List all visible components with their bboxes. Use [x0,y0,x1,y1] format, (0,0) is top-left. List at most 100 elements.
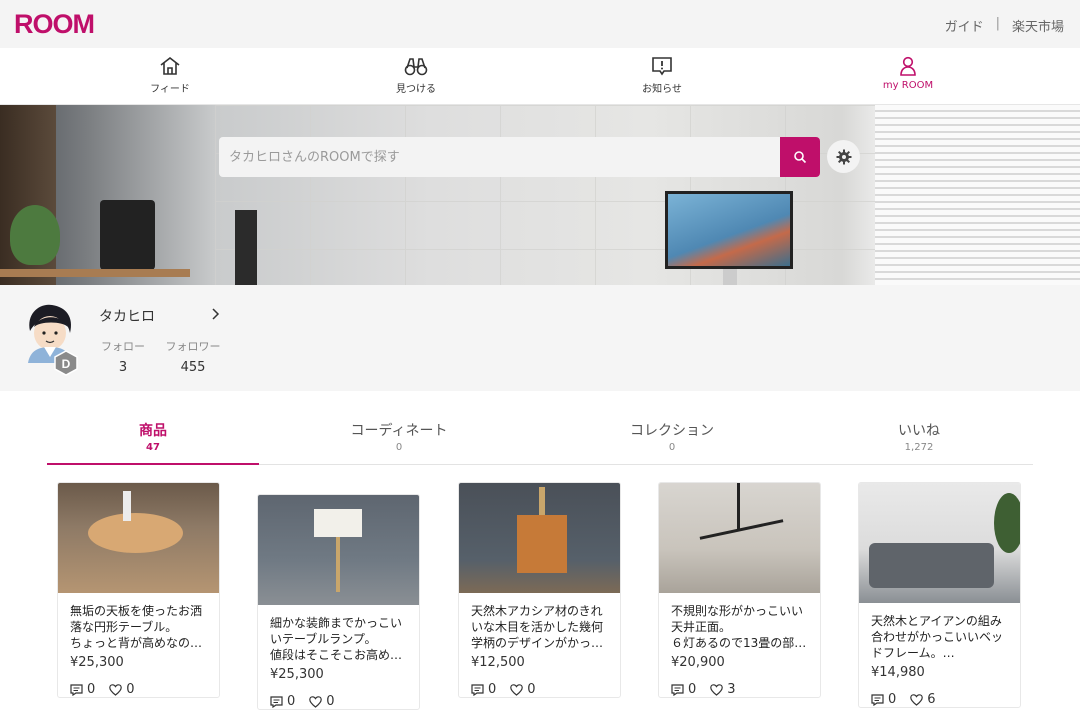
follow-stat[interactable]: フォロー 3 [99,338,147,375]
item-meta: 0 0 [258,682,419,709]
item-image[interactable] [859,483,1020,603]
search-icon [794,151,807,164]
follower-stat[interactable]: フォロワー 455 [163,338,223,375]
comment-count: 0 [888,692,897,707]
item-description-line: 天然木アカシア材のきれ [471,604,603,618]
search-button[interactable] [780,137,820,177]
like-count: 0 [326,694,335,709]
cover-image [0,105,1080,285]
tab-coordinate-count: 0 [395,442,403,453]
active-tab-indicator [47,463,259,465]
header-separator: | [995,16,1000,31]
item-price: ¥25,300 [70,655,124,670]
item-meta: 0 0 [58,670,219,697]
heart-icon[interactable] [910,693,924,706]
item-description[interactable]: 天然木とアイアンの組み 合わせがかっこいいベッ ドフレーム。… [859,603,1020,661]
tab-coordinate[interactable]: コーディネート 0 [319,420,479,453]
tab-likes-label: いいね [898,423,940,439]
tab-coordinate-label: コーディネート [350,423,448,439]
settings-button[interactable] [827,140,860,173]
item-image[interactable] [459,483,620,593]
cover-speaker [235,210,257,285]
comment-count: 0 [87,682,96,697]
gear-icon [836,149,851,164]
item-image[interactable] [58,483,219,593]
home-icon [160,56,180,75]
item-price: ¥12,500 [471,655,525,670]
top-bar: ROOM ガイド | 楽天市場 [0,0,1080,48]
guide-link[interactable]: ガイド [945,16,984,35]
header-links: ガイド | 楽天市場 [945,16,1064,35]
item-description[interactable]: 細かな装飾までかっこい いテーブルランプ。 値段はそこそこお高め… [258,605,419,663]
comment-icon[interactable] [671,683,684,696]
item-price: ¥14,980 [871,665,925,680]
badge-letter: D [62,357,71,371]
item-price: ¥25,300 [270,667,324,682]
item-card[interactable]: 細かな装飾までかっこい いテーブルランプ。 値段はそこそこお高め… ¥25,30… [257,494,420,710]
heart-icon[interactable] [309,695,323,708]
cover-blinds [875,105,1080,285]
follower-label: フォロワー [165,340,221,353]
comment-icon[interactable] [471,683,484,696]
tab-collection-count: 0 [668,442,676,453]
item-description[interactable]: 天然木アカシア材のきれ いな木目を活かした幾何 学柄のデザインがかっ… [459,593,620,651]
nav-feed[interactable]: フィード [120,56,220,95]
comment-count: 0 [488,682,497,697]
heart-icon[interactable] [710,683,724,696]
item-description[interactable]: 不規則な形がかっこいい 天井正面。 ６灯あるので13畳の部… [659,593,820,651]
room-search [219,137,820,177]
item-card[interactable]: 天然木とアイアンの組み 合わせがかっこいいベッ ドフレーム。… ¥14,980 … [858,482,1021,708]
cover-monitor [665,191,793,269]
tab-likes[interactable]: いいね 1,272 [839,420,999,453]
item-description-line: いテーブルランプ。 [270,632,377,646]
item-description-line: 落な円形テーブル。 [70,620,178,634]
user-icon [900,56,916,76]
follow-count: 3 [118,360,128,375]
comment-count: 0 [688,682,697,697]
like-count: 0 [527,682,536,697]
tab-items[interactable]: 商品 47 [73,420,233,453]
item-description-line: ６灯あるので13畳の部… [671,636,807,650]
notification-icon [652,57,672,76]
item-meta: 0 6 [859,680,1020,707]
comment-icon[interactable] [70,683,83,696]
profile-tabs: 商品 47 コーディネート 0 コレクション 0 いいね 1,272 [47,391,1033,465]
item-card[interactable]: 無垢の天板を使ったお洒 落な円形テーブル。 ちょっと背が高めなの… ¥25,30… [57,482,220,698]
item-description-line: いな木目を活かした幾何 [471,620,604,634]
chevron-right-icon[interactable] [210,306,222,322]
item-description[interactable]: 無垢の天板を使ったお洒 落な円形テーブル。 ちょっと背が高めなの… [58,593,219,651]
nav-my-room-label: my ROOM [882,80,934,91]
item-price: ¥20,900 [671,655,725,670]
item-description-line: 学柄のデザインがかっ… [471,636,604,650]
item-card[interactable]: 不規則な形がかっこいい 天井正面。 ６灯あるので13畳の部… ¥20,900 0… [658,482,821,698]
item-description-line: 細かな装飾までかっこい [270,616,403,630]
item-meta: 0 0 [459,670,620,697]
heart-icon[interactable] [109,683,123,696]
nav-discover[interactable]: 見つける [366,56,466,95]
tab-collection[interactable]: コレクション 0 [592,420,752,453]
item-description-line: 不規則な形がかっこいい [671,604,804,618]
item-description-line: 天井正面。 [671,620,732,634]
nav-notifications-label: お知らせ [642,84,682,95]
tab-collection-label: コレクション [630,423,714,439]
heart-icon[interactable] [510,683,524,696]
comment-count: 0 [287,694,296,709]
search-input[interactable] [219,137,780,177]
dealer-badge-icon: D [54,350,78,376]
nav-my-room[interactable]: my ROOM [858,56,958,91]
item-meta: 0 3 [659,670,820,697]
profile-name[interactable]: タカヒロ [99,306,155,326]
item-image[interactable] [659,483,820,593]
content-area: 商品 47 コーディネート 0 コレクション 0 いいね 1,272 無垢の天板… [0,391,1080,720]
follow-label: フォロー [101,340,145,353]
nav-notifications[interactable]: お知らせ [612,56,712,95]
comment-icon[interactable] [871,693,884,706]
room-logo[interactable]: ROOM [14,9,95,40]
cover-coffee-machine [100,200,155,270]
nav-feed-label: フィード [150,84,190,95]
item-image[interactable] [258,495,419,605]
like-count: 3 [727,682,736,697]
item-card[interactable]: 天然木アカシア材のきれ いな木目を活かした幾何 学柄のデザインがかっ… ¥12,… [458,482,621,698]
comment-icon[interactable] [270,695,283,708]
rakuten-market-link[interactable]: 楽天市場 [1012,16,1064,35]
